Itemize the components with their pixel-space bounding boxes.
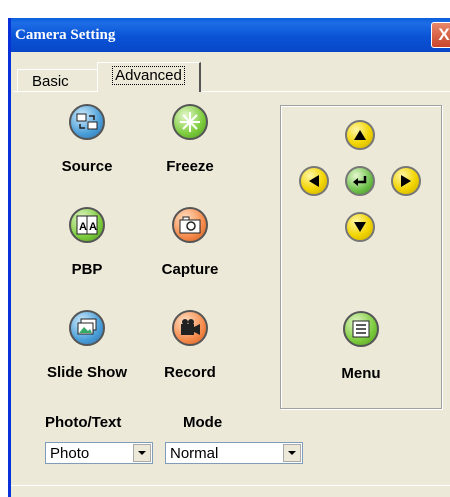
photo-text-label: Photo/Text [45, 414, 122, 431]
navigation-box: Menu [280, 105, 442, 409]
tab-advanced[interactable]: Advanced [97, 62, 201, 92]
camera-icon [172, 207, 208, 243]
tab-advanced-label: Advanced [112, 66, 185, 85]
mode-value: Normal [170, 445, 219, 462]
enter-button[interactable] [345, 166, 375, 196]
record-button[interactable]: Record [140, 310, 240, 381]
slide-show-label: Slide Show [46, 364, 127, 381]
mode-select[interactable]: Normal [165, 442, 303, 464]
close-button[interactable]: X [431, 22, 450, 48]
pbp-icon: AA [69, 207, 105, 243]
enter-icon [353, 176, 367, 186]
chevron-down-icon[interactable] [133, 444, 151, 462]
divider [11, 485, 450, 486]
menu-button[interactable]: Menu [325, 311, 397, 382]
pbp-label: PBP [71, 261, 103, 278]
arrow-down-icon [354, 222, 366, 232]
slide-show-button[interactable]: Slide Show [37, 310, 137, 381]
source-icon [69, 104, 105, 140]
arrow-right-icon [401, 175, 411, 187]
slideshow-icon [69, 310, 105, 346]
video-camera-icon [172, 310, 208, 346]
title-bar: Camera Setting X [11, 18, 450, 52]
photo-text-select[interactable]: Photo [45, 442, 153, 464]
svg-text:A: A [79, 221, 87, 233]
photo-text-value: Photo [50, 445, 90, 462]
menu-label: Menu [341, 365, 381, 382]
arrow-right-button[interactable] [391, 166, 421, 196]
source-label: Source [61, 158, 113, 175]
freeze-label: Freeze [166, 158, 214, 175]
camera-setting-window: Camera Setting X Basic Advanced Source F… [8, 18, 450, 497]
tab-basic[interactable]: Basic [17, 69, 97, 93]
arrow-up-button[interactable] [345, 120, 375, 150]
record-label: Record [164, 364, 216, 381]
close-icon: X [438, 25, 450, 44]
chevron-down-icon[interactable] [283, 444, 301, 462]
menu-icon [343, 311, 379, 347]
advanced-panel: Source Freeze AA PBP Capture Slide Show … [13, 91, 450, 491]
snowflake-icon [172, 104, 208, 140]
arrow-left-icon [309, 175, 319, 187]
window-title: Camera Setting [15, 27, 116, 43]
svg-text:A: A [89, 221, 97, 233]
capture-button[interactable]: Capture [140, 207, 240, 278]
capture-label: Capture [161, 261, 219, 278]
source-button[interactable]: Source [37, 104, 137, 175]
pbp-button[interactable]: AA PBP [37, 207, 137, 278]
arrow-left-button[interactable] [299, 166, 329, 196]
freeze-button[interactable]: Freeze [140, 104, 240, 175]
arrow-down-button[interactable] [345, 212, 375, 242]
mode-label: Mode [183, 414, 223, 431]
arrow-up-icon [354, 130, 366, 140]
